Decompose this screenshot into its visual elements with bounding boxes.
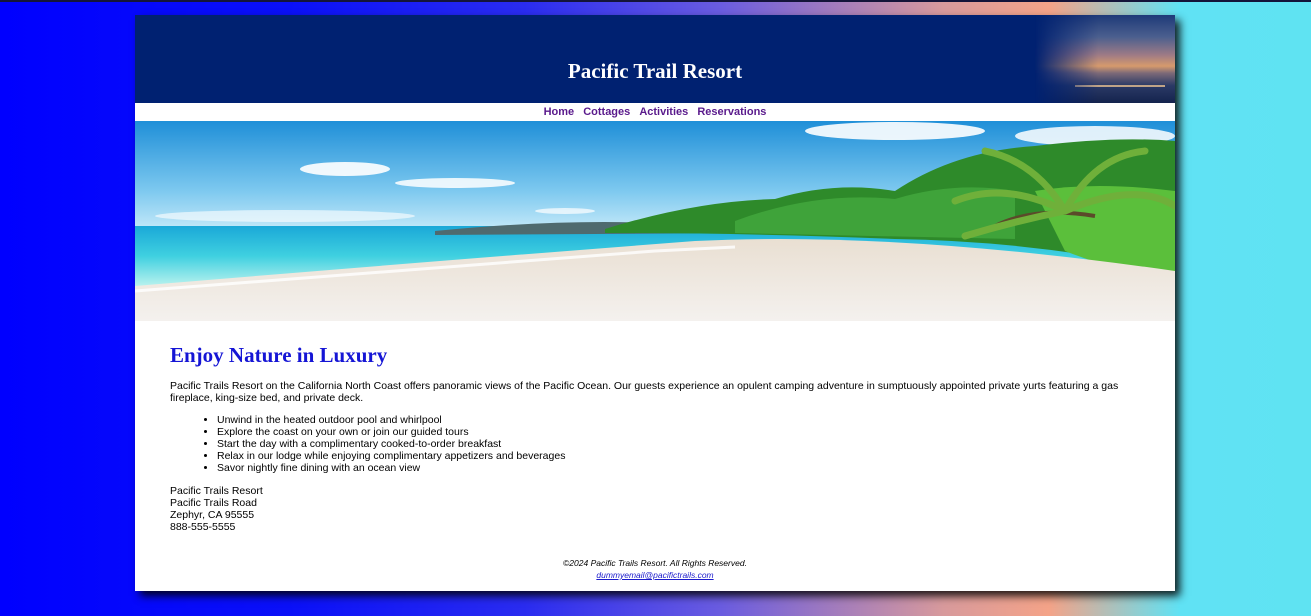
top-border (0, 0, 1311, 2)
site-title: Pacific Trail Resort (567, 59, 743, 83)
nav-link-reservations[interactable]: Reservations (697, 106, 766, 118)
contact-phone: 888-555-5555 (170, 521, 236, 533)
contact-city: Zephyr, CA 95555 (170, 509, 255, 521)
nav-link-home[interactable]: Home (544, 106, 575, 118)
list-item: Unwind in the heated outdoor pool and wh… (217, 414, 1140, 426)
contact-info: Pacific Trails Resort Pacific Trails Roa… (170, 485, 1140, 533)
site-footer: ©2024 Pacific Trails Resort. All Rights … (135, 557, 1175, 581)
list-item: Start the day with a complimentary cooke… (217, 438, 1140, 450)
copyright-text: ©2024 Pacific Trails Resort. All Rights … (563, 558, 747, 568)
main-content: Enjoy Nature in Luxury Pacific Trails Re… (135, 321, 1175, 533)
footer-email-link[interactable]: dummyemail@pacifictrails.com (596, 570, 713, 580)
list-item: Savor nightly fine dining with an ocean … (217, 462, 1140, 474)
list-item: Explore the coast on your own or join ou… (217, 426, 1140, 438)
nav-link-cottages[interactable]: Cottages (583, 106, 630, 118)
page-wrapper: Pacific Trail Resort Home Cottages Activ… (135, 15, 1175, 591)
nav-link-activities[interactable]: Activities (639, 106, 688, 118)
intro-paragraph: Pacific Trails Resort on the California … (170, 380, 1119, 404)
hero-beach-image (135, 121, 1175, 321)
contact-street: Pacific Trails Road (170, 497, 257, 509)
beach-illustration (135, 121, 1175, 321)
features-list: Unwind in the heated outdoor pool and wh… (170, 414, 1140, 474)
contact-name: Pacific Trails Resort (170, 485, 263, 497)
site-header: Pacific Trail Resort (135, 15, 1175, 103)
list-item: Relax in our lodge while enjoying compli… (217, 450, 1140, 462)
main-heading: Enjoy Nature in Luxury (170, 343, 388, 367)
main-nav: Home Cottages Activities Reservations (135, 103, 1175, 121)
